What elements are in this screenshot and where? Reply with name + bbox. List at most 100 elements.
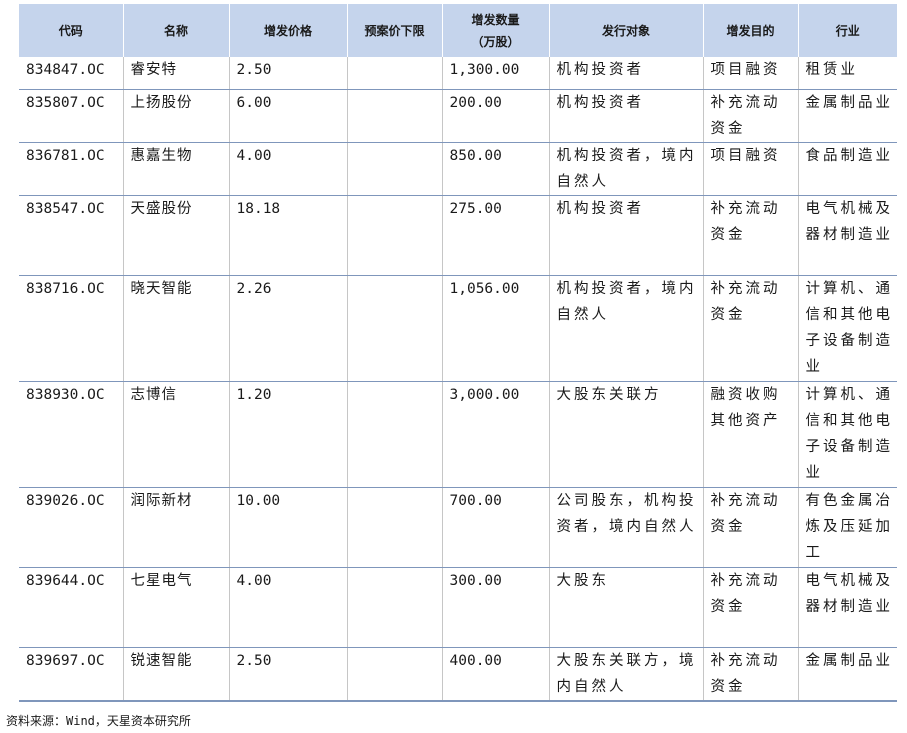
cell-code-text: 838930.OC: [26, 386, 105, 403]
header-code: 代码: [19, 4, 124, 57]
cell-price: 4.00: [229, 567, 348, 648]
cell-purpose: 融资收购其他资产: [703, 381, 799, 488]
cell-quantity: 700.00: [442, 487, 550, 568]
cell-price: 1.20: [229, 381, 348, 488]
cell-name-text: 润际新材: [130, 492, 193, 509]
cell-industry: 食品制造业: [798, 142, 897, 196]
cell-industry-text: 有色金属冶炼及压延加工: [805, 492, 893, 561]
cell-industry: 租赁业: [798, 57, 897, 90]
cell-price-text: 2.26: [236, 280, 272, 297]
cell-target-text: 机构投资者，境内自然人: [556, 280, 697, 323]
cell-name-text: 惠嘉生物: [130, 147, 193, 164]
cell-quantity-text: 1,056.00: [449, 280, 520, 297]
cell-industry: 金属制品业: [798, 89, 897, 143]
header-price: 增发价格: [229, 4, 348, 57]
cell-price-floor: [347, 89, 443, 143]
cell-code: 838930.OC: [19, 381, 124, 488]
cell-code: 839026.OC: [19, 487, 124, 568]
cell-code-text: 834847.OC: [26, 62, 105, 78]
cell-price-text: 2.50: [236, 652, 272, 669]
cell-quantity-text: 700.00: [449, 492, 502, 509]
cell-quantity-text: 1,300.00: [449, 62, 520, 78]
cell-target-text: 机构投资者: [556, 200, 644, 217]
cell-code: 838716.OC: [19, 275, 124, 382]
cell-price-text: 4.00: [236, 572, 272, 589]
cell-quantity: 275.00: [442, 195, 550, 276]
cell-quantity-text: 200.00: [449, 94, 502, 111]
cell-price-text: 10.00: [236, 492, 281, 509]
cell-target: 机构投资者，境内自然人: [549, 142, 704, 196]
cell-quantity-text: 275.00: [449, 200, 502, 217]
cell-quantity: 200.00: [442, 89, 550, 143]
header-industry: 行业: [798, 4, 897, 57]
cell-industry: 电气机械及器材制造业: [798, 195, 897, 276]
cell-name-text: 七星电气: [130, 572, 193, 589]
cell-price: 2.50: [229, 647, 348, 702]
table-row: 838716.OC 晓天智能 2.26 1,056.00 机构投资者，境内自然人 补充流动…: [19, 275, 897, 382]
cell-industry-text: 计算机、通信和其他电子设备制造业: [805, 386, 893, 481]
cell-code: 835807.OC: [19, 89, 124, 143]
cell-name-text: 锐速智能: [130, 652, 193, 669]
cell-industry-text: 金属制品业: [805, 94, 893, 111]
cell-price: 4.00: [229, 142, 348, 196]
placement-table: 代码 名称 增发价格 预案价下限 增发数量 （万股） 发行对象 增发目的 行业 …: [19, 4, 897, 702]
cell-target: 大股东: [549, 567, 704, 648]
cell-purpose-text: 补充流动资金: [710, 94, 781, 137]
header-purpose: 增发目的: [703, 4, 799, 57]
cell-price-text: 4.00: [236, 147, 272, 164]
cell-industry: 电气机械及器材制造业: [798, 567, 897, 648]
table-row: 835807.OC 上扬股份 6.00 200.00 机构投资者 补充流动资金 金属制品业: [19, 89, 897, 143]
cell-price: 2.50: [229, 57, 348, 90]
cell-quantity-text: 850.00: [449, 147, 502, 164]
table-row: 838930.OC 志博信 1.20 3,000.00 大股东关联方 融资收购其他资产 计算…: [19, 381, 897, 488]
header-row: 代码 名称 增发价格 预案价下限 增发数量 （万股） 发行对象 增发目的 行业: [19, 4, 897, 57]
cell-industry-text: 金属制品业: [805, 652, 893, 669]
cell-code: 834847.OC: [19, 57, 124, 90]
table-row: 836781.OC 惠嘉生物 4.00 850.00 机构投资者，境内自然人 项目融资 食品…: [19, 142, 897, 196]
cell-purpose-text: 融资收购其他资产: [710, 386, 781, 429]
cell-target: 机构投资者，境内自然人: [549, 275, 704, 382]
cell-target: 大股东关联方，境内自然人: [549, 647, 704, 702]
cell-price-floor: [347, 647, 443, 702]
cell-target-text: 大股东: [556, 572, 609, 589]
cell-target: 机构投资者: [549, 195, 704, 276]
table-row: 839644.OC 七星电气 4.00 300.00 大股东 补充流动资金 电气机械及器材制…: [19, 567, 897, 648]
cell-quantity: 1,056.00: [442, 275, 550, 382]
cell-target-text: 大股东关联方: [556, 386, 662, 403]
cell-purpose-text: 项目融资: [710, 62, 781, 78]
cell-name-text: 晓天智能: [130, 280, 193, 297]
cell-quantity-text: 300.00: [449, 572, 502, 589]
cell-purpose: 补充流动资金: [703, 195, 799, 276]
cell-name: 润际新材: [123, 487, 230, 568]
cell-purpose-text: 补充流动资金: [710, 652, 781, 695]
cell-price-floor: [347, 57, 443, 90]
cell-target-text: 机构投资者: [556, 94, 644, 111]
cell-code: 836781.OC: [19, 142, 124, 196]
cell-price-floor: [347, 195, 443, 276]
cell-target: 大股东关联方: [549, 381, 704, 488]
header-quantity: 增发数量 （万股）: [442, 4, 550, 57]
cell-purpose: 补充流动资金: [703, 89, 799, 143]
cell-industry: 金属制品业: [798, 647, 897, 702]
cell-price-text: 6.00: [236, 94, 272, 111]
table-row: 838547.OC 天盛股份 18.18 275.00 机构投资者 补充流动资金 电气机械及…: [19, 195, 897, 276]
cell-name-text: 睿安特: [130, 62, 177, 78]
cell-industry: 有色金属冶炼及压延加工: [798, 487, 897, 568]
cell-code-text: 838547.OC: [26, 200, 105, 217]
header-name: 名称: [123, 4, 230, 57]
cell-target: 机构投资者: [549, 57, 704, 90]
cell-name: 惠嘉生物: [123, 142, 230, 196]
cell-quantity: 1,300.00: [442, 57, 550, 90]
cell-purpose: 补充流动资金: [703, 487, 799, 568]
cell-industry: 计算机、通信和其他电子设备制造业: [798, 381, 897, 488]
cell-purpose-text: 补充流动资金: [710, 200, 781, 243]
cell-price: 10.00: [229, 487, 348, 568]
cell-code: 839697.OC: [19, 647, 124, 702]
cell-price-text: 2.50: [236, 62, 272, 78]
cell-target-text: 机构投资者，境内自然人: [556, 147, 697, 190]
cell-price-floor: [347, 567, 443, 648]
cell-quantity: 300.00: [442, 567, 550, 648]
cell-purpose: 项目融资: [703, 142, 799, 196]
cell-price: 2.26: [229, 275, 348, 382]
cell-code: 838547.OC: [19, 195, 124, 276]
